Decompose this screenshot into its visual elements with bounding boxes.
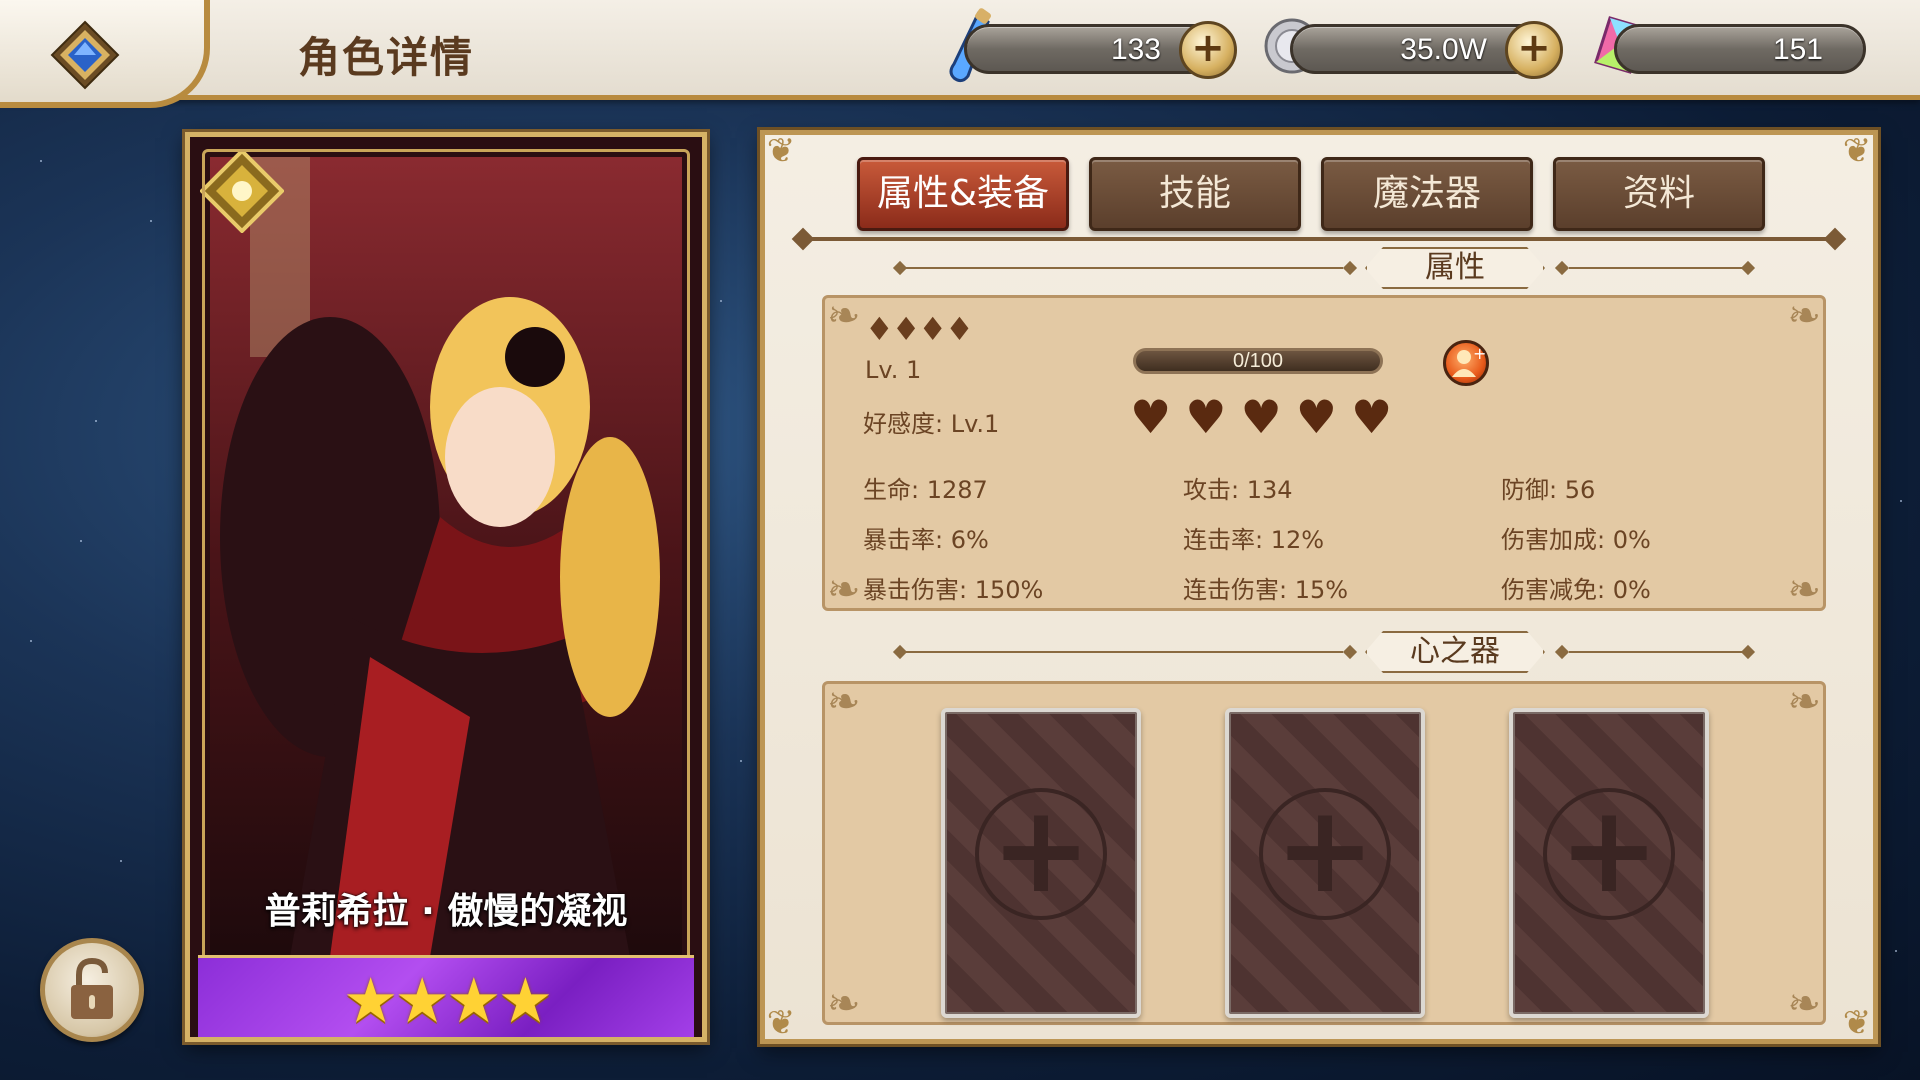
stat-damage-bonus: 伤害加成: 0% — [1501, 526, 1651, 554]
character-card[interactable]: 普莉希拉 · 傲慢的凝视 ★★★★ — [185, 132, 707, 1042]
add-slot-icon: + — [975, 788, 1107, 920]
tab-profile[interactable]: 资料 — [1553, 157, 1765, 231]
heart-vessel-slot-1[interactable]: + — [941, 708, 1141, 1018]
stat-hp: 生命: 1287 — [863, 476, 988, 504]
heart-icon: ♥ — [1185, 390, 1227, 444]
corner-ornament: ❦ — [1842, 131, 1872, 171]
svg-text:+: + — [1473, 344, 1486, 363]
rarity-stars: ★★★★ — [342, 964, 553, 1037]
details-panel: ❦ ❦ ❦ ❦ 属性&装备 技能 魔法器 资料 属性 ❧ ❧ ❧ ❧ ♦♦♦♦ … — [760, 130, 1878, 1044]
heart-vessel-section-header: 心之器 — [892, 631, 1756, 675]
xp-progress-bar: 0/100 — [1133, 348, 1383, 374]
attributes-box: ❧ ❧ ❧ ❧ ♦♦♦♦ Lv. 1 0/100 + 好感度: Lv.1 ♥ ♥… — [822, 295, 1826, 611]
top-bar: 角色详情 133 + 35.0W + 151 — [0, 0, 1920, 108]
add-slot-icon: + — [1259, 788, 1391, 920]
element-badge-icon — [200, 149, 284, 233]
heart-icon: ♥ — [1295, 390, 1337, 444]
heart-vessel-box: ❧ ❧ ❧ ❧ + + + — [822, 681, 1826, 1025]
heart-icon: ♥ — [1240, 390, 1282, 444]
add-coins-button[interactable]: + — [1505, 21, 1563, 79]
heart-vessel-slot-2[interactable]: + — [1225, 708, 1425, 1018]
rank-diamonds: ♦♦♦♦ — [865, 310, 974, 348]
diamond-home-icon — [50, 20, 120, 90]
affection-boost-icon: + — [1452, 344, 1486, 377]
add-stamina-button[interactable]: + — [1179, 21, 1237, 79]
stat-attack: 攻击: 134 — [1183, 476, 1293, 504]
heart-icon: ♥ — [1130, 390, 1172, 444]
corner-ornament: ❦ — [766, 131, 796, 171]
stat-damage-reduction: 伤害减免: 0% — [1501, 576, 1651, 604]
stamina-value: 133 — [1110, 33, 1161, 66]
home-button[interactable] — [0, 0, 210, 108]
affection-label: 好感度: Lv.1 — [863, 410, 1000, 438]
heart-vessel-slot-3[interactable]: + — [1509, 708, 1709, 1018]
stat-crit-damage: 暴击伤害: 150% — [863, 576, 1044, 604]
divider-diamond — [1823, 227, 1847, 251]
character-portrait — [210, 157, 682, 957]
coin-value: 35.0W — [1400, 33, 1487, 66]
level-label: Lv. 1 — [865, 356, 922, 384]
stat-crit-rate: 暴击率: 6% — [863, 526, 989, 554]
unlock-icon — [71, 957, 113, 1019]
crystal-value: 151 — [1772, 33, 1823, 66]
stamina-counter: 133 + — [964, 21, 1237, 79]
lock-button[interactable] — [40, 938, 144, 1042]
crystal-counter: 151 — [1614, 24, 1866, 74]
divider-diamond — [791, 227, 815, 251]
corner-ornament: ❦ — [1842, 1003, 1872, 1043]
tab-magic-items[interactable]: 魔法器 — [1321, 157, 1533, 231]
attributes-section-header: 属性 — [892, 247, 1756, 291]
tab-attributes-equipment[interactable]: 属性&装备 — [857, 157, 1069, 231]
tab-divider — [803, 237, 1835, 241]
stat-defense: 防御: 56 — [1501, 476, 1596, 504]
page-title: 角色详情 — [298, 33, 475, 82]
character-name: 普莉希拉 · 傲慢的凝视 — [264, 891, 628, 932]
heart-icon: ♥ — [1351, 390, 1393, 444]
corner-ornament: ❦ — [766, 1003, 796, 1043]
stat-combo-rate: 连击率: 12% — [1183, 526, 1325, 554]
coin-counter: 35.0W + — [1290, 21, 1563, 79]
add-affection-button[interactable]: + — [1443, 340, 1489, 386]
rarity-bar: ★★★★ — [198, 955, 694, 1037]
add-slot-icon: + — [1543, 788, 1675, 920]
affection-hearts: ♥ ♥ ♥ ♥ ♥ — [1130, 394, 1392, 440]
heart-vessel-heading: 心之器 — [1365, 631, 1545, 673]
attributes-heading: 属性 — [1365, 247, 1545, 289]
stat-combo-damage: 连击伤害: 15% — [1183, 576, 1349, 604]
tab-skills[interactable]: 技能 — [1089, 157, 1301, 231]
